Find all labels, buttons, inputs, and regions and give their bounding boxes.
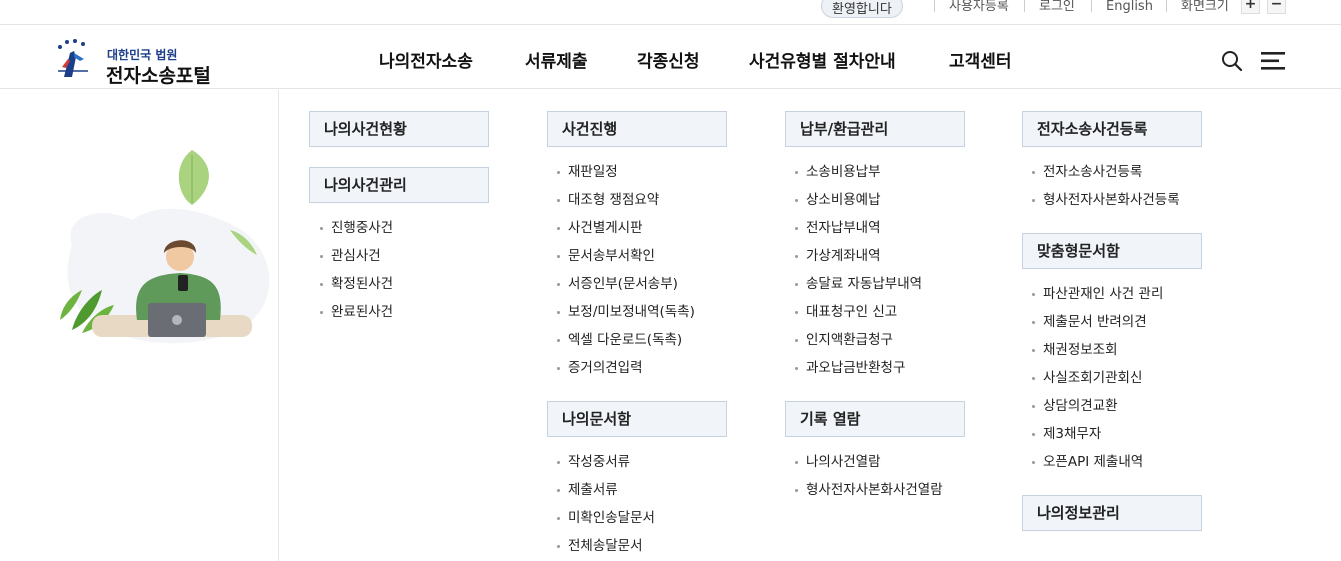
gnb-procedure-guide[interactable]: 사건유형별 절차안내 (749, 47, 896, 72)
menu-item[interactable]: 확정된사건 (319, 275, 393, 293)
person-laptop-illustration (60, 150, 270, 344)
menu-item[interactable]: 상소비용예납 (795, 191, 881, 209)
menu-item[interactable]: 형사전자사본화사건열람 (795, 481, 943, 499)
menu-item[interactable]: 소송비용납부 (795, 163, 881, 181)
header: 대한민국 법원 전자소송포털 나의전자소송 서류제출 각종신청 사건유형별 절차… (0, 24, 1341, 89)
login-link[interactable]: 로그인 (1039, 0, 1075, 15)
font-size-label: 화면크기 (1181, 0, 1229, 14)
gnb-my-e-litigation[interactable]: 나의전자소송 (379, 47, 473, 72)
menu-item[interactable]: 진행중사건 (319, 219, 393, 237)
menu-item[interactable]: 사건별게시판 (557, 219, 643, 237)
menu-item[interactable]: 과오납금반환청구 (794, 359, 905, 377)
court-emblem-icon (58, 39, 88, 77)
logo-title: 전자소송포털 (106, 65, 211, 87)
hamburger-menu-icon[interactable] (1261, 52, 1285, 70)
menu-item[interactable]: 인지액환급청구 (795, 331, 893, 349)
menu-category-record-viewing[interactable]: 기록 열람 (785, 401, 965, 437)
menu-item[interactable]: 서증인부(문서송부) (557, 275, 678, 293)
menu-item[interactable]: 대조형 쟁점요약 (556, 191, 659, 209)
menu-item[interactable]: 작성중서류 (556, 453, 630, 471)
gnb-applications[interactable]: 각종신청 (637, 47, 700, 72)
menu-item[interactable]: 채권정보조회 (1032, 341, 1118, 359)
menu-category-payment-refund[interactable]: 납부/환급관리 (785, 111, 965, 147)
menu-item[interactable]: 오픈API 제출내역 (1031, 453, 1143, 471)
register-link[interactable]: 사용자등록 (949, 0, 1009, 15)
menu-item[interactable]: 전자납부내역 (795, 219, 881, 237)
font-increase-button[interactable]: + (1241, 0, 1260, 14)
menu-item[interactable]: 파산관재인 사건 관리 (1031, 285, 1163, 303)
welcome-badge: 환영합니다 (821, 0, 903, 18)
menu-item[interactable]: 제출문서 반려의견 (1032, 313, 1147, 331)
menu-item[interactable]: 나의사건열람 (795, 453, 881, 471)
menu-category-case-registration[interactable]: 전자소송사건등록 (1022, 111, 1202, 147)
search-icon[interactable] (1221, 50, 1243, 72)
menu-item[interactable]: 문서송부서확인 (557, 247, 655, 265)
site-logo[interactable]: 대한민국 법원 전자소송포털 (54, 35, 234, 87)
menu-category-case-progress[interactable]: 사건진행 (547, 111, 727, 147)
menu-item[interactable]: 재판일정 (557, 163, 618, 181)
menu-item[interactable]: 제출서류 (557, 481, 618, 499)
font-decrease-button[interactable]: − (1267, 0, 1286, 14)
menu-item[interactable]: 전자소송사건등록 (1031, 163, 1142, 181)
menu-category-custom-documents[interactable]: 맞춤형문서함 (1022, 233, 1202, 269)
divider (1091, 0, 1092, 12)
panel-divider (278, 90, 279, 561)
menu-item[interactable]: 미확인송달문서 (557, 509, 655, 527)
divider (1166, 0, 1167, 12)
menu-item[interactable]: 완료된사건 (319, 303, 393, 321)
menu-category-my-case-status[interactable]: 나의사건현황 (309, 111, 489, 147)
menu-item[interactable]: 사실조회기관회신 (1031, 369, 1142, 387)
gnb-customer-center[interactable]: 고객센터 (949, 47, 1012, 72)
menu-item[interactable]: 증거의견입력 (557, 359, 643, 377)
menu-item[interactable]: 엑셀 다운로드(독촉) (556, 331, 682, 349)
menu-item[interactable]: 형사전자사본화사건등록 (1032, 191, 1180, 209)
english-link[interactable]: English (1106, 0, 1153, 15)
divider (1024, 0, 1025, 12)
menu-category-my-documents[interactable]: 나의문서함 (547, 401, 727, 437)
menu-item[interactable]: 제3채무자 (1031, 425, 1101, 443)
utility-bar: 환영합니다 사용자등록 로그인 English 화면크기 + − (0, 0, 1341, 24)
menu-category-my-case-management[interactable]: 나의사건관리 (309, 167, 489, 203)
menu-item[interactable]: 가상계좌내역 (795, 247, 881, 265)
menu-item[interactable]: 대표청구인 신고 (794, 303, 897, 321)
gnb-document-submission[interactable]: 서류제출 (525, 47, 588, 72)
menu-category-my-info[interactable]: 나의정보관리 (1022, 495, 1202, 531)
menu-item[interactable]: 전체송달문서 (557, 537, 643, 555)
menu-item[interactable]: 보정/미보정내역(독촉) (557, 303, 695, 321)
menu-item[interactable]: 관심사건 (320, 247, 381, 265)
divider (934, 0, 935, 12)
menu-item[interactable]: 상담의견교환 (1032, 397, 1118, 415)
menu-item[interactable]: 송달료 자동납부내역 (794, 275, 922, 293)
